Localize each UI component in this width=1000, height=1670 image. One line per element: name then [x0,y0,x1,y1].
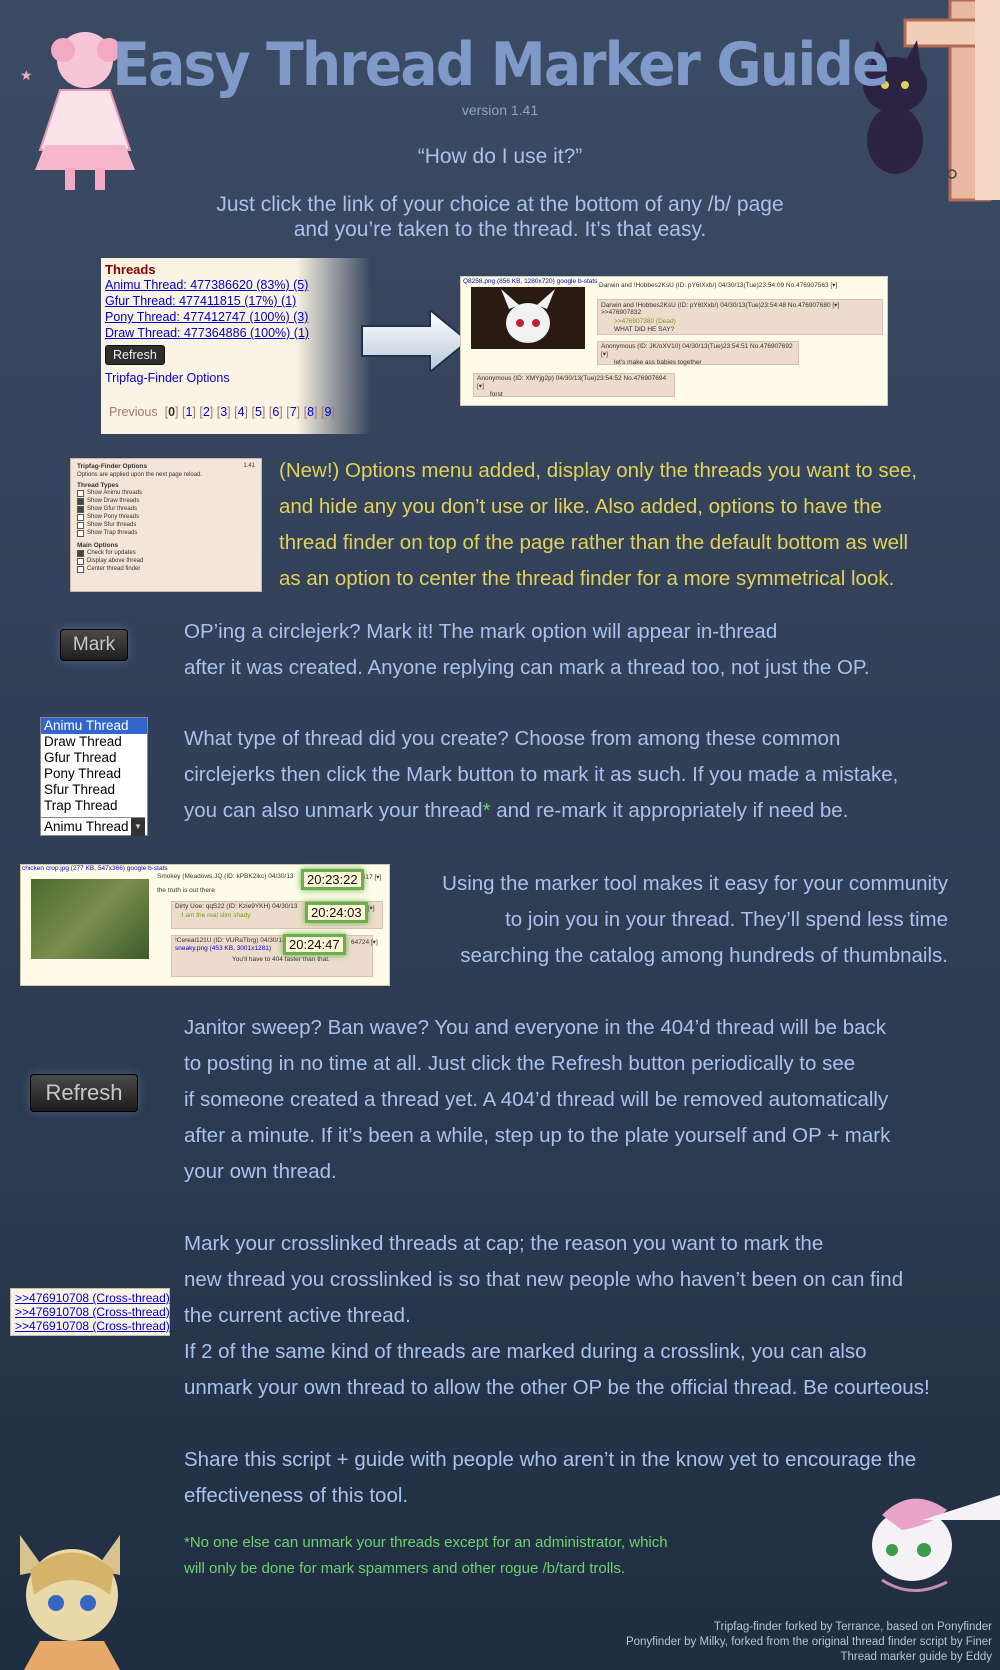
main-options-heading: Main Options [77,542,119,549]
reply-post: Anonymous (ID: XMYjg2p) 04/30/13(Tue)23:… [473,373,675,398]
option-checkbox[interactable] [77,565,84,573]
mark-text: OP’ing a circlejerk? Mark it! The mark o… [184,620,870,679]
page-link[interactable]: 5 [255,405,262,419]
mark-button[interactable]: Mark [60,629,128,661]
fox-character-illustration [20,1535,120,1670]
thread-link-pony[interactable]: Pony Thread: 477412747 (100%) (3) [105,309,367,325]
option-checkbox[interactable] [77,549,84,557]
kyubey-image [471,287,585,349]
options-panel: Tripfag-Finder Options 1.41 Options are … [70,458,262,592]
timestamp-badge: 20:24:03 [305,902,368,923]
select-option[interactable]: Pony Thread [41,766,147,782]
page-link[interactable]: 7 [290,405,297,419]
refresh-text: Janitor sweep? Ban wave? You and everyon… [184,1016,891,1183]
options-note: Options are applied upon the next page r… [77,472,203,478]
pagination: Previous [0] [1] [2] [3] [4] [5] [6] [7]… [109,405,335,419]
select-option[interactable]: Draw Thread [41,734,147,750]
thread-file-info: Q8258.png (856 KB, 1280x720) google b-st… [463,278,598,285]
tripfag-finder-options-link[interactable]: Tripfag-Finder Options [105,371,367,385]
page-link[interactable]: 4 [238,405,245,419]
select-option[interactable]: Gfur Thread [41,750,147,766]
previous-button[interactable]: Previous [109,405,158,419]
marker-tool-text: Using the marker tool makes it easy for … [442,872,948,967]
reply-post: Darwin and !Hobbes2KsU (ID: pY6tXxb/) 04… [597,299,883,335]
option-checkbox[interactable] [77,497,84,505]
option-checkbox[interactable] [77,529,84,537]
select-option[interactable]: Animu Thread [41,718,147,734]
threads-panel: Threads Animu Thread: 477386620 (83%) (5… [101,258,371,434]
threads-heading: Threads [105,262,156,277]
post-header: Darwin and !Hobbes2KsU (ID: pY6tXxb/) 04… [599,282,838,289]
timestamp-screenshot: chicken crop.jpg (277 KB, 547x366) googl… [20,864,390,986]
kyubey-icon [501,289,555,343]
select-option[interactable]: Sfur Thread [41,782,147,798]
crosslink[interactable]: >>476910708 (Cross-thread) [15,1291,170,1305]
option-checkbox[interactable] [77,513,84,521]
options-title: Tripfag-Finder Options [77,463,148,470]
page-link[interactable]: 3 [220,405,227,419]
credits: Tripfag-finder forked by Terrance, based… [625,1621,992,1663]
page-current: 0 [168,405,176,419]
option-checkbox[interactable] [77,505,84,513]
thread-type-text: What type of thread did you create? Choo… [184,727,899,822]
svg-text:★: ★ [20,67,33,83]
select-option[interactable]: Trap Thread [41,798,147,814]
page-link[interactable]: 1 [185,405,192,419]
page-link[interactable]: 2 [203,405,210,419]
crop-circle-image [31,879,149,959]
option-checkbox[interactable] [77,489,84,497]
timestamp-badge: 20:23:22 [301,869,364,890]
crosslink[interactable]: >>476910708 (Cross-thread) [15,1305,170,1319]
page-link[interactable]: 6 [272,405,279,419]
thread-screenshot: Q8258.png (856 KB, 1280x720) google b-st… [460,276,888,406]
crosslink-box: >>476910708 (Cross-thread) >>476910708 (… [10,1288,170,1336]
options-version: 1.41 [243,463,255,469]
thread-type-select[interactable]: Animu Thread Draw Thread Gfur Thread Pon… [40,717,148,836]
timestamp-badge: 20:24:47 [283,934,346,955]
refresh-button[interactable]: Refresh [105,345,165,365]
thread-link-animu[interactable]: Animu Thread: 477386620 (83%) (5) [105,277,367,293]
chevron-down-icon[interactable]: ▼ [131,818,145,836]
reply-post: Anonymous (ID: JK/oXV10) 04/30/13(Tue)23… [597,341,799,366]
option-checkbox[interactable] [77,557,84,565]
page-link[interactable]: 9 [324,405,331,419]
refresh-button-large[interactable]: Refresh [30,1074,138,1112]
footnote: *No one else can unmark your threads exc… [184,1534,668,1577]
how-to-question: “How do I use it?” [417,145,583,168]
crosslink-text: Mark your crosslinked threads at cap; th… [184,1232,930,1399]
select-current-value[interactable]: Animu Thread ▼ [41,817,145,836]
thread-link-gfur[interactable]: Gfur Thread: 477411815 (17%) (1) [105,293,367,309]
intro-text: Just click the link of your choice at th… [216,193,784,241]
new-options-text: (New!) Options menu added, display only … [279,459,918,590]
option-checkbox[interactable] [77,521,84,529]
thread-link-draw[interactable]: Draw Thread: 477364886 (100%) (1) [105,325,367,341]
page-title: Easy Thread Marker Guide [112,30,889,100]
share-text: Share this script + guide with people wh… [184,1448,917,1507]
crosslink[interactable]: >>476910708 (Cross-thread) [15,1319,170,1333]
thread-types-heading: Thread Types [77,482,119,489]
arrow-right-icon [361,310,470,372]
version-label: version 1.41 [461,102,539,118]
page-link[interactable]: 8 [307,405,314,419]
